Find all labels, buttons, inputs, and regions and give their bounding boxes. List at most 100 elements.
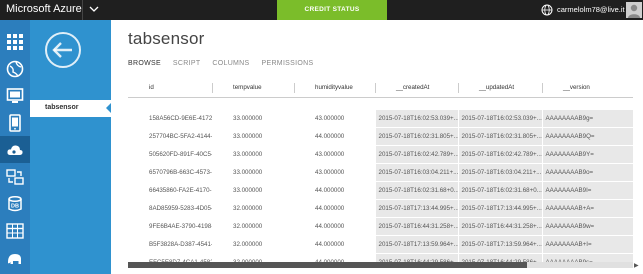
table-row[interactable]: 9FE6B4AE-3790-4198-66F3...32.00000044.00… [128, 217, 633, 236]
cell-humidityvalue[interactable]: 43.000000 [294, 163, 375, 182]
tab-permissions[interactable]: PERMISSIONS [262, 60, 314, 72]
column-header-version[interactable]: __version [542, 79, 633, 98]
scroll-right-arrow-icon[interactable]: ▶ [634, 262, 639, 269]
cell-id[interactable]: 505620FD-891F-40C5-8FE9... [128, 145, 212, 164]
tab-bar: BROWSE SCRIPT COLUMNS PERMISSIONS [128, 60, 325, 72]
tab-browse[interactable]: BROWSE [128, 60, 161, 72]
selected-arrow-icon [106, 103, 111, 113]
table-row[interactable]: 158A56CD-9E6E-4172-8F6...33.00000043.000… [128, 109, 633, 128]
cell-id[interactable]: 9FE6B4AE-3790-4198-66F3... [128, 217, 212, 236]
cell-createdat[interactable]: 2015-07-18T16:02:31.805+... [374, 127, 458, 146]
service-panel: tabsensor [30, 20, 111, 274]
table-row[interactable]: 505620FD-891F-40C5-8FE9...33.00000043.00… [128, 145, 633, 164]
rail-item-web-sites[interactable] [0, 55, 30, 82]
cell-updatedat[interactable]: 2015-07-18T16:44:31.258+... [457, 217, 542, 236]
cell-version[interactable]: AAAAAAAAB9g= [541, 109, 633, 128]
globe-icon[interactable] [541, 4, 553, 16]
cell-createdat[interactable]: 2015-07-18T16:02:42.789+... [374, 145, 458, 164]
cell-updatedat[interactable]: 2015-07-18T16:02:42.789+... [457, 145, 542, 164]
cell-version[interactable]: AAAAAAAAB9I= [541, 181, 633, 200]
cell-updatedat[interactable]: 2015-07-18T17:13:44.995+... [457, 199, 542, 218]
cell-version[interactable]: AAAAAAAAB+I= [541, 235, 633, 254]
cell-createdat[interactable]: 2015-07-18T16:44:31.258+... [374, 217, 458, 236]
cell-version[interactable]: AAAAAAAAB+A= [541, 199, 633, 218]
rail-item-hdinsight[interactable] [0, 244, 30, 271]
cell-tempvalue[interactable]: 32.000000 [212, 235, 294, 254]
chevron-down-icon[interactable] [88, 3, 100, 15]
rail-item-all-items[interactable] [0, 28, 30, 55]
brand-divider [82, 0, 83, 20]
cell-tempvalue[interactable]: 33.000000 [212, 127, 294, 146]
cell-tempvalue[interactable]: 33.000000 [212, 181, 294, 200]
cell-humidityvalue[interactable]: 43.000000 [294, 109, 375, 128]
cell-id[interactable]: 6570796B-663C-4573-9CF... [128, 163, 212, 182]
azure-brand[interactable]: Microsoft Azure [6, 3, 82, 15]
table-row[interactable]: B5F3828A-D387-4541-968...32.00000044.000… [128, 235, 633, 254]
cell-id[interactable]: 66435860-FA2E-4170-BC9... [128, 181, 212, 200]
column-header-id[interactable]: id [128, 79, 212, 98]
cell-createdat[interactable]: 2015-07-18T16:03:04.211+... [374, 163, 458, 182]
cell-tempvalue[interactable]: 32.000000 [212, 199, 294, 218]
data-table: id tempvalue humidityvalue __createdAt _… [128, 79, 633, 263]
cell-id[interactable]: 8AD85959-5283-4D05-A8... [128, 199, 212, 218]
cell-updatedat[interactable]: 2015-07-18T16:03:04.211+... [457, 163, 542, 182]
column-header-updatedat[interactable]: __updatedAt [458, 79, 542, 98]
cell-humidityvalue[interactable]: 44.000000 [294, 127, 375, 146]
cell-version[interactable]: AAAAAAAAB9Q= [541, 127, 633, 146]
table-body: 158A56CD-9E6E-4172-8F6...33.00000043.000… [128, 97, 633, 263]
rail-item-virtual-machines[interactable] [0, 82, 30, 109]
rail-item-cloud-services[interactable] [0, 136, 30, 163]
cell-updatedat[interactable]: 2015-07-18T16:02:31.805+... [457, 127, 542, 146]
cell-createdat[interactable]: 2015-07-18T16:02:53.039+... [374, 109, 458, 128]
cell-updatedat[interactable]: 2015-07-18T16:02:31.68+0... [457, 181, 542, 200]
svg-text:DB: DB [11, 203, 19, 209]
scrollbar-thumb[interactable] [128, 262, 527, 268]
user-email[interactable]: carmelolm78@live.it [557, 5, 625, 14]
back-arrow-icon[interactable] [43, 30, 83, 70]
cell-version[interactable]: AAAAAAAAB9Y= [541, 145, 633, 164]
rail-item-sql-databases[interactable]: DB [0, 190, 30, 217]
cell-version[interactable]: AAAAAAAAB9o= [541, 163, 633, 182]
web-sites-globe-icon [6, 60, 24, 77]
credit-status-button[interactable]: CREDIT STATUS [277, 0, 387, 20]
page-title: tabsensor [128, 29, 205, 48]
cell-createdat[interactable]: 2015-07-18T16:02:31.68+0... [374, 181, 458, 200]
rail-item-storage[interactable] [0, 217, 30, 244]
table-row[interactable]: 8AD85959-5283-4D05-A8...32.00000044.0000… [128, 199, 633, 218]
cell-id[interactable]: 257704BC-5FA2-4144-A95... [128, 127, 212, 146]
tab-columns[interactable]: COLUMNS [212, 60, 249, 72]
cell-createdat[interactable]: 2015-07-18T17:13:44.995+... [374, 199, 458, 218]
rail-item-mobile-services[interactable] [0, 109, 30, 136]
cell-humidityvalue[interactable]: 44.000000 [294, 181, 375, 200]
cell-tempvalue[interactable]: 33.000000 [212, 109, 294, 128]
table-row[interactable]: 257704BC-5FA2-4144-A95...33.00000044.000… [128, 127, 633, 146]
table-row[interactable]: 6570796B-663C-4573-9CF...33.00000043.000… [128, 163, 633, 182]
data-table-container: id tempvalue humidityvalue __createdAt _… [128, 79, 633, 263]
table-row[interactable]: 66435860-FA2E-4170-BC9...33.00000044.000… [128, 181, 633, 200]
batch-jobs-icon [6, 168, 24, 185]
cell-id[interactable]: 158A56CD-9E6E-4172-8F6... [128, 109, 212, 128]
cell-humidityvalue[interactable]: 44.000000 [294, 235, 375, 254]
cell-humidityvalue[interactable]: 44.000000 [294, 199, 375, 218]
cell-createdat[interactable]: 2015-07-18T17:13:59.964+... [374, 235, 458, 254]
cell-id[interactable]: B5F3828A-D387-4541-968... [128, 235, 212, 254]
column-header-createdat[interactable]: __createdAt [375, 79, 458, 98]
cell-tempvalue[interactable]: 33.000000 [212, 163, 294, 182]
cell-humidityvalue[interactable]: 44.000000 [294, 217, 375, 236]
cell-version[interactable]: AAAAAAAAB9w= [541, 217, 633, 236]
tab-script[interactable]: SCRIPT [173, 60, 200, 72]
rail-item-batch-jobs[interactable] [0, 163, 30, 190]
table-header-row: id tempvalue humidityvalue __createdAt _… [128, 79, 633, 98]
column-header-tempvalue[interactable]: tempvalue [212, 79, 294, 98]
cell-updatedat[interactable]: 2015-07-18T17:13:59.964+... [457, 235, 542, 254]
table-gap-row [128, 97, 633, 110]
cell-updatedat[interactable]: 2015-07-18T16:02:53.039+... [457, 109, 542, 128]
column-header-humidityvalue[interactable]: humidityvalue [294, 79, 375, 98]
cell-tempvalue[interactable]: 33.000000 [212, 145, 294, 164]
left-nav-rail: DB [0, 20, 30, 274]
cell-tempvalue[interactable]: 32.000000 [212, 217, 294, 236]
cloud-services-icon [7, 144, 23, 155]
panel-item-tabsensor[interactable]: tabsensor [30, 100, 111, 117]
cell-humidityvalue[interactable]: 43.000000 [294, 145, 375, 164]
avatar[interactable] [626, 2, 642, 18]
